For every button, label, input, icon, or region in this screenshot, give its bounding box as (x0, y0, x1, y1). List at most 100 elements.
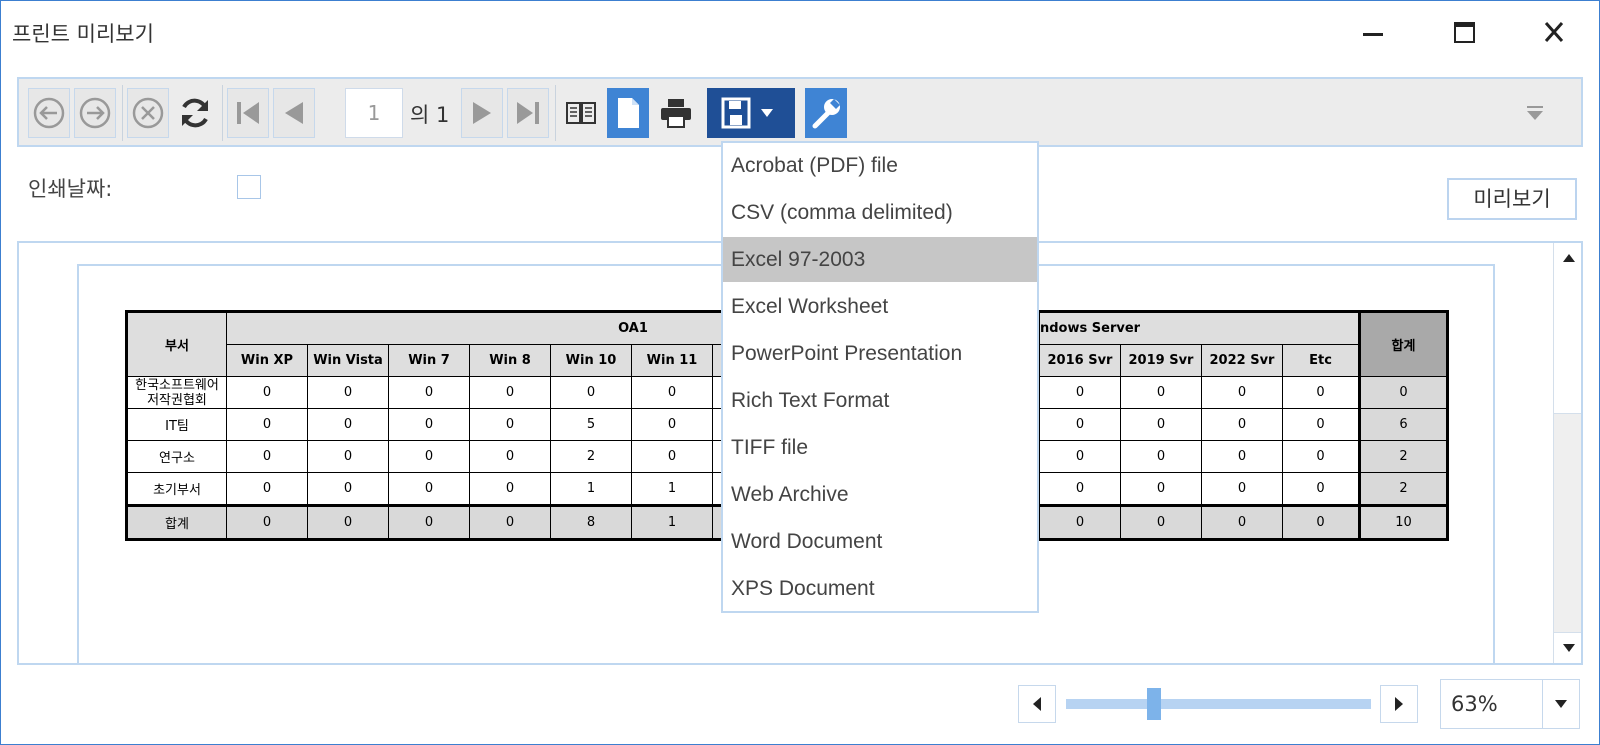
preview-button[interactable]: 미리보기 (1447, 178, 1577, 220)
table-cell: 1 (550, 472, 632, 506)
print-date-label: 인쇄날짜: (28, 177, 113, 201)
table-cell: 2 (550, 440, 632, 473)
menu-item-web-archive[interactable]: Web Archive (723, 472, 1037, 517)
export-dropdown-button[interactable] (707, 88, 795, 138)
menu-item-excel-97[interactable]: Excel 97-2003 (723, 237, 1037, 282)
vertical-scrollbar[interactable] (1553, 243, 1581, 663)
table-cell: 0 (226, 408, 308, 441)
group-header-server: ndows Server (1039, 311, 1360, 345)
minimize-button[interactable] (1349, 11, 1397, 55)
settings-button[interactable] (805, 88, 847, 138)
dept-name: 한국소프트웨어 (135, 377, 219, 393)
zoom-slider-track[interactable] (1066, 699, 1371, 709)
table-cell: 0 (388, 472, 470, 506)
first-page-button[interactable] (227, 88, 269, 138)
sum-cell: 0 (1201, 504, 1283, 540)
document-icon (618, 98, 639, 128)
column-header: Win 8 (469, 344, 551, 377)
triangle-right-icon (473, 102, 491, 124)
refresh-icon (182, 98, 208, 128)
table-cell: 0 (469, 408, 551, 441)
zoom-value: 63% (1451, 692, 1498, 716)
table-cell: 0 (631, 408, 713, 441)
print-preview-window: 프린트 미리보기 1 의 1 인쇄날짜: 미리보기 부서 OA1 ndows S… (0, 0, 1600, 745)
table-cell: 0 (1039, 440, 1121, 473)
triangle-left-icon (285, 102, 303, 124)
table-cell: 0 (1282, 376, 1360, 409)
previous-page-button[interactable] (273, 88, 315, 138)
table-cell: 0 (226, 376, 308, 409)
table-cell: 0 (1282, 440, 1360, 473)
table-cell: 0 (550, 376, 632, 409)
forward-button[interactable] (74, 88, 116, 138)
table-cell: 0 (226, 472, 308, 506)
close-button[interactable] (1531, 11, 1579, 55)
row-total-cell: 2 (1358, 440, 1448, 473)
table-cell: 0 (307, 472, 389, 506)
dept-header: 부서 (126, 311, 227, 377)
table-cell: 0 (1120, 440, 1202, 473)
zoom-in-button[interactable] (1380, 685, 1418, 723)
table-cell: 0 (1201, 376, 1283, 409)
table-cell: 0 (1282, 472, 1360, 506)
dept-name: 저작권협회 (147, 392, 207, 408)
table-cell: 0 (388, 440, 470, 473)
last-page-button[interactable] (507, 88, 549, 138)
menu-item-word[interactable]: Word Document (723, 519, 1037, 564)
table-cell: 0 (1039, 376, 1121, 409)
table-cell: 0 (469, 440, 551, 473)
row-total-cell: 0 (1358, 376, 1448, 409)
refresh-button[interactable] (174, 88, 216, 138)
overflow-chevron-icon (1527, 106, 1543, 120)
maximize-button[interactable] (1441, 11, 1489, 55)
dept-cell: 연구소 (126, 440, 227, 473)
triangle-left-icon (1033, 697, 1041, 711)
scroll-up-button[interactable] (1554, 243, 1581, 274)
print-date-checkbox[interactable] (237, 175, 261, 199)
menu-item-excel-worksheet[interactable]: Excel Worksheet (723, 284, 1037, 329)
book-view-button[interactable] (560, 88, 602, 138)
zoom-dropdown-button[interactable] (1542, 680, 1579, 728)
menu-item-tiff[interactable]: TIFF file (723, 425, 1037, 470)
table-cell: 0 (469, 472, 551, 506)
zoom-slider-thumb[interactable] (1147, 688, 1162, 720)
page-setup-button[interactable] (607, 88, 649, 138)
table-cell: 0 (1120, 376, 1202, 409)
column-header: 2022 Svr (1201, 344, 1283, 377)
back-button[interactable] (28, 88, 70, 138)
stop-circle-icon (132, 97, 164, 129)
zoom-out-button[interactable] (1018, 685, 1056, 723)
column-header: Win Vista (307, 344, 389, 377)
column-header: Win 7 (388, 344, 470, 377)
printer-icon (661, 99, 691, 128)
column-header: Win 10 (550, 344, 632, 377)
toolbar-overflow-button[interactable] (1521, 88, 1549, 138)
zoom-select[interactable]: 63% (1440, 679, 1580, 729)
table-cell: 0 (307, 408, 389, 441)
sum-cell: 0 (1120, 504, 1202, 540)
menu-item-csv[interactable]: CSV (comma delimited) (723, 190, 1037, 235)
column-header: 2016 Svr (1039, 344, 1121, 377)
wrench-icon (812, 99, 840, 129)
table-cell: 0 (307, 440, 389, 473)
menu-item-rtf[interactable]: Rich Text Format (723, 378, 1037, 423)
scroll-thumb[interactable] (1554, 273, 1581, 414)
table-cell: 0 (388, 408, 470, 441)
minimize-icon (1363, 33, 1383, 36)
menu-item-pdf[interactable]: Acrobat (PDF) file (723, 143, 1037, 188)
table-cell: 0 (1201, 440, 1283, 473)
column-header: Win XP (226, 344, 308, 377)
next-page-button[interactable] (461, 88, 503, 138)
stop-button[interactable] (127, 88, 169, 138)
triangle-down-icon (1563, 644, 1575, 652)
page-number-input[interactable]: 1 (345, 88, 403, 138)
table-cell: 0 (1039, 472, 1121, 506)
table-cell: 0 (469, 376, 551, 409)
table-cell: 0 (388, 376, 470, 409)
menu-item-xps[interactable]: XPS Document (723, 566, 1037, 611)
print-button[interactable] (655, 88, 697, 138)
scroll-down-button[interactable] (1554, 632, 1581, 663)
sum-cell: 0 (388, 504, 470, 540)
sum-label: 합계 (126, 504, 227, 540)
menu-item-powerpoint[interactable]: PowerPoint Presentation (723, 331, 1037, 376)
